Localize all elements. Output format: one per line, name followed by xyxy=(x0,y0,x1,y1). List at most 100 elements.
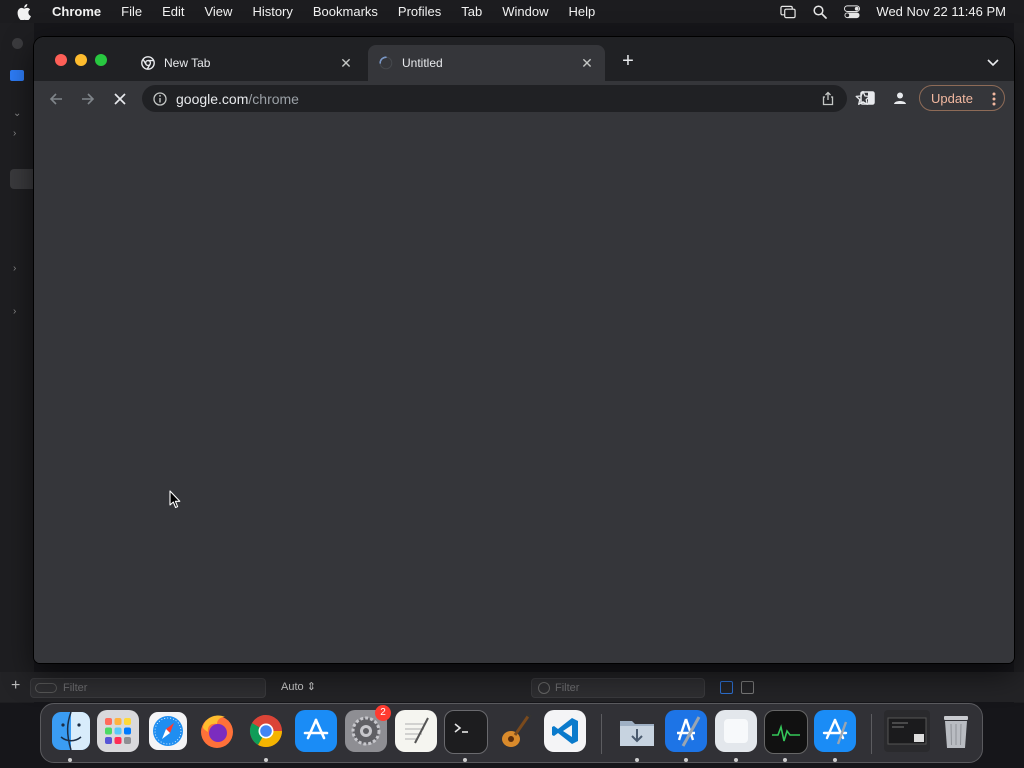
running-indicator xyxy=(463,758,467,762)
apple-menu-icon[interactable] xyxy=(17,3,37,20)
dock: 2 xyxy=(40,703,983,763)
loading-spinner-icon xyxy=(378,55,394,71)
dock-app-store[interactable] xyxy=(295,710,337,752)
chevron-right-icon: › xyxy=(13,263,17,274)
share-icon[interactable] xyxy=(821,91,835,109)
tab-untitled[interactable]: Untitled ✕ xyxy=(368,45,605,81)
spotlight-search-icon[interactable] xyxy=(812,4,828,19)
site-info-icon[interactable] xyxy=(152,91,168,107)
dock-divider xyxy=(871,714,872,754)
add-icon[interactable]: + xyxy=(11,677,20,695)
dock-launchpad[interactable] xyxy=(97,710,139,752)
running-indicator xyxy=(68,758,72,762)
menu-edit[interactable]: Edit xyxy=(152,0,194,23)
window-zoom-button[interactable] xyxy=(95,54,107,66)
blank-document-icon xyxy=(724,719,748,743)
dock-preview[interactable] xyxy=(715,710,757,752)
dock-trash[interactable] xyxy=(935,710,977,752)
menu-help[interactable]: Help xyxy=(559,0,606,23)
dock-simulator[interactable] xyxy=(814,710,856,752)
window-close-button[interactable] xyxy=(55,54,67,66)
console-filter-field[interactable]: Filter xyxy=(531,678,705,698)
menubar-clock[interactable]: Wed Nov 22 11:46 PM xyxy=(876,4,1006,19)
vscode-icon xyxy=(552,718,578,744)
update-button[interactable]: Update xyxy=(919,85,1005,111)
launchpad-icon xyxy=(105,718,131,744)
navigator-filter-field[interactable]: Filter xyxy=(30,678,266,698)
address-bar[interactable]: google.com/chrome xyxy=(142,85,871,112)
terminal-icon xyxy=(454,723,468,733)
running-indicator xyxy=(734,758,738,762)
chevron-right-icon: › xyxy=(13,128,17,139)
dock-screenshot-thumbnail[interactable] xyxy=(884,710,930,752)
menu-window[interactable]: Window xyxy=(492,0,558,23)
guitar-icon xyxy=(502,712,532,747)
tab-strip: New Tab ✕ Untitled ✕ + xyxy=(34,37,1014,81)
activity-monitor-icon xyxy=(772,724,800,742)
dock-system-settings[interactable]: 2 xyxy=(345,705,391,752)
dock-downloads-folder[interactable] xyxy=(616,710,658,752)
appearance-label: Auto xyxy=(281,681,304,693)
firefox-icon xyxy=(201,715,233,748)
stop-loading-button[interactable] xyxy=(109,88,131,110)
window-minimize-button[interactable] xyxy=(75,54,87,66)
profile-avatar-icon[interactable] xyxy=(892,90,908,111)
dock-divider xyxy=(601,714,602,754)
back-button[interactable] xyxy=(45,88,67,110)
running-indicator xyxy=(264,758,268,762)
dock-safari[interactable] xyxy=(147,710,189,752)
dock-instruments[interactable] xyxy=(494,710,536,752)
filter-placeholder: Filter xyxy=(555,682,580,694)
menu-file[interactable]: File xyxy=(111,0,152,23)
running-indicator xyxy=(635,758,639,762)
filter-placeholder: Filter xyxy=(63,682,88,694)
folder-icon xyxy=(10,70,24,81)
stop-icon xyxy=(114,93,126,105)
menu-bookmarks[interactable]: Bookmarks xyxy=(303,0,388,23)
dock-google-chrome[interactable] xyxy=(245,710,287,752)
close-tab-icon[interactable]: ✕ xyxy=(338,55,354,71)
safari-icon xyxy=(149,712,187,750)
finder-icon xyxy=(52,711,90,751)
menu-tab[interactable]: Tab xyxy=(451,0,492,23)
dock-terminal[interactable] xyxy=(444,710,488,754)
download-folder-icon xyxy=(620,721,654,746)
tab-search-icon[interactable] xyxy=(986,55,1000,67)
tab-new-tab[interactable]: New Tab ✕ xyxy=(130,45,364,81)
filter-options-icon xyxy=(35,683,57,693)
google-chrome-icon xyxy=(249,714,283,748)
forward-arrow-icon xyxy=(82,93,95,105)
close-tab-icon[interactable]: ✕ xyxy=(579,55,595,71)
background-window-button xyxy=(12,38,23,49)
dock-finder[interactable] xyxy=(50,710,92,752)
dock-textedit[interactable] xyxy=(395,710,437,752)
menu-profiles[interactable]: Profiles xyxy=(388,0,451,23)
dock-xcode[interactable] xyxy=(665,710,707,752)
panel-right-icon[interactable] xyxy=(741,681,754,694)
menu-app-chrome[interactable]: Chrome xyxy=(48,0,111,23)
textedit-icon xyxy=(405,717,429,744)
menu-history[interactable]: History xyxy=(242,0,302,23)
dock-activity-monitor[interactable] xyxy=(764,710,808,754)
control-center-icon[interactable] xyxy=(844,4,861,19)
menu-view[interactable]: View xyxy=(194,0,242,23)
tab-title: New Tab xyxy=(164,56,211,70)
dock-visual-studio-code[interactable] xyxy=(544,710,586,752)
running-indicator xyxy=(833,758,837,762)
url-path: /chrome xyxy=(248,90,299,107)
forward-button[interactable] xyxy=(77,88,99,110)
screenshot-icon xyxy=(887,717,927,745)
panel-left-icon[interactable] xyxy=(720,681,733,694)
running-indicator xyxy=(783,758,787,762)
page-content[interactable] xyxy=(34,117,1014,663)
more-menu-icon[interactable] xyxy=(992,92,996,109)
dock-firefox[interactable] xyxy=(196,710,238,752)
notification-badge: 2 xyxy=(375,705,391,721)
appearance-selector[interactable]: Auto ⇕ xyxy=(281,680,316,693)
side-panel-icon[interactable] xyxy=(860,91,875,110)
mouse-cursor-icon xyxy=(169,490,181,514)
screen-mirroring-icon[interactable] xyxy=(780,5,797,19)
new-tab-button[interactable]: + xyxy=(620,51,636,71)
back-arrow-icon xyxy=(49,93,62,105)
selected-row xyxy=(10,169,34,189)
